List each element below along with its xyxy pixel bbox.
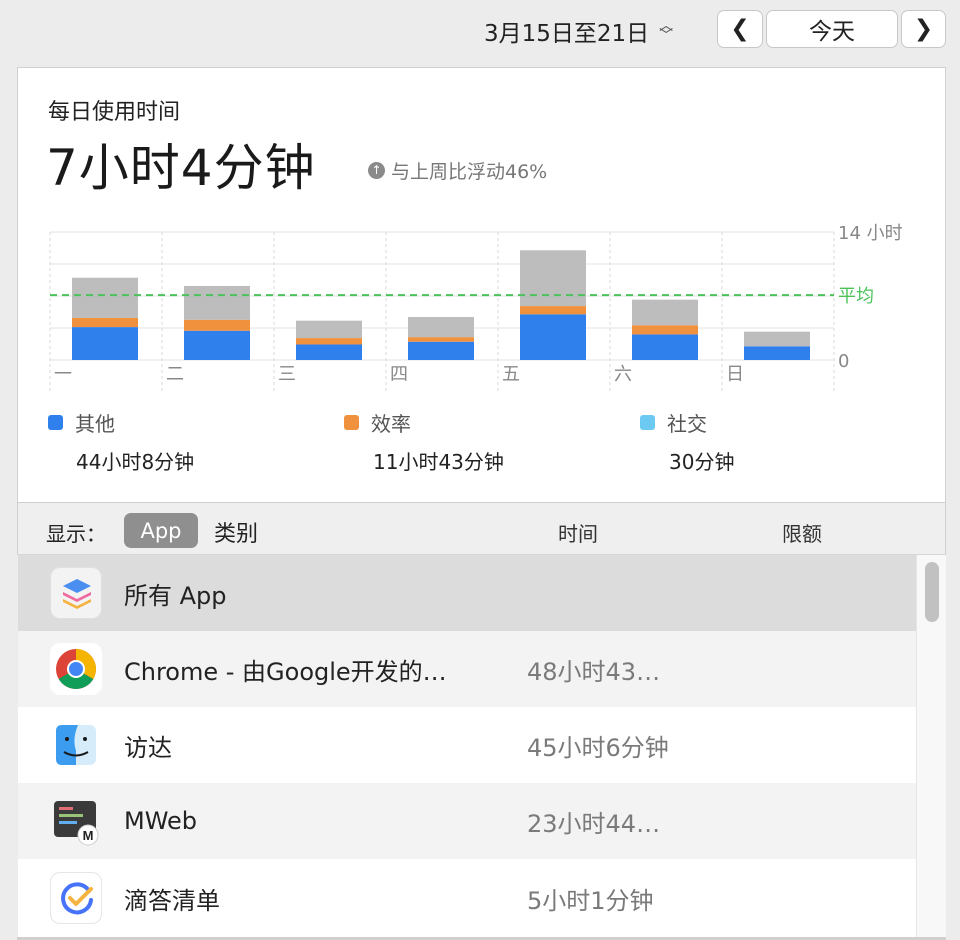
bar-segment-productivity [632,325,698,335]
x-tick-label: 六 [614,364,632,385]
segment-app[interactable]: App [124,513,198,548]
app-name: Chrome - 由Google开发的… [124,657,447,686]
bar-segment-productivity [72,317,138,328]
bar-segment-other [184,330,250,360]
bar-segment-rest [744,331,810,347]
ticktick-icon [50,872,102,924]
bar-segment-productivity [184,319,250,331]
chrome-icon [50,643,102,695]
list-item-finder[interactable]: 访达 45小时6分钟 [18,707,916,783]
app-name: MWeb [124,807,198,835]
app-name: 访达 [124,733,172,762]
bar-segment-other [72,327,138,360]
finder-icon [50,719,102,771]
x-tick-label: 三 [278,364,296,385]
bar-segment-other [744,346,810,360]
app-time: 5小时1分钟 [527,886,654,915]
legend-swatch-productivity [344,415,359,430]
list-item-ticktick[interactable]: 滴答清单 5小时1分钟 [18,859,916,937]
legend-label-social: 社交 [667,412,707,436]
y-label-average: 平均 [838,286,874,307]
bar-segment-rest [296,320,362,339]
legend-total-productivity: 11小时43分钟 [373,450,504,474]
legend-item-other: 其他 [48,408,115,437]
bar-segment-other [632,334,698,360]
column-header-time[interactable]: 时间 [558,518,598,547]
bar-segment-rest [632,299,698,326]
list-item-mweb[interactable]: M MWeb 23小时44… [18,783,916,859]
segment-category[interactable]: 类别 [214,516,258,548]
legend-total-social: 30分钟 [669,450,735,474]
app-name: 滴答清单 [124,886,220,915]
svg-text:M: M [83,828,94,843]
x-tick-label: 一 [54,364,72,385]
bar-segment-rest [184,285,250,320]
show-label: 显示： [46,522,106,546]
legend-label-productivity: 效率 [371,412,411,436]
mweb-icon: M [50,795,102,847]
legend-total-other: 44小时8分钟 [76,450,195,474]
bar-segment-other [296,344,362,360]
y-label-max: 14 小时 [838,223,903,244]
scrollbar-thumb[interactable] [925,562,939,622]
usage-bar-chart: 14 小时 平均 0 一 二 三 四 五 六 日 [49,223,903,392]
bar-segment-other [408,341,474,360]
app-name: 所有 App [124,581,227,610]
list-item-chrome[interactable]: Chrome - 由Google开发的… 48小时43… [18,631,916,707]
bar-segment-productivity [408,337,474,342]
bar-segment-other [520,314,586,360]
legend-swatch-other [48,415,63,430]
list-item-all-apps[interactable]: 所有 App [18,555,916,631]
legend-label-other: 其他 [75,412,115,436]
legend-item-social: 社交 [640,408,707,437]
column-header-limit[interactable]: 限额 [782,518,822,547]
legend-item-productivity: 效率 [344,408,411,437]
app-time: 45小时6分钟 [527,733,669,762]
bar-segment-productivity [296,338,362,345]
x-tick-label: 五 [502,364,520,385]
y-label-zero: 0 [838,351,849,372]
app-time: 23小时44… [527,809,661,838]
layers-icon [50,567,102,619]
bar-segment-rest [408,317,474,338]
bar-segment-rest [520,250,586,307]
x-tick-label: 四 [390,364,408,385]
bar-segment-productivity [520,306,586,315]
bar-segment-rest [72,277,138,318]
legend-swatch-social [640,415,655,430]
app-time: 48小时43… [527,657,661,686]
x-tick-label: 日 [726,364,744,385]
x-tick-label: 二 [166,364,184,385]
